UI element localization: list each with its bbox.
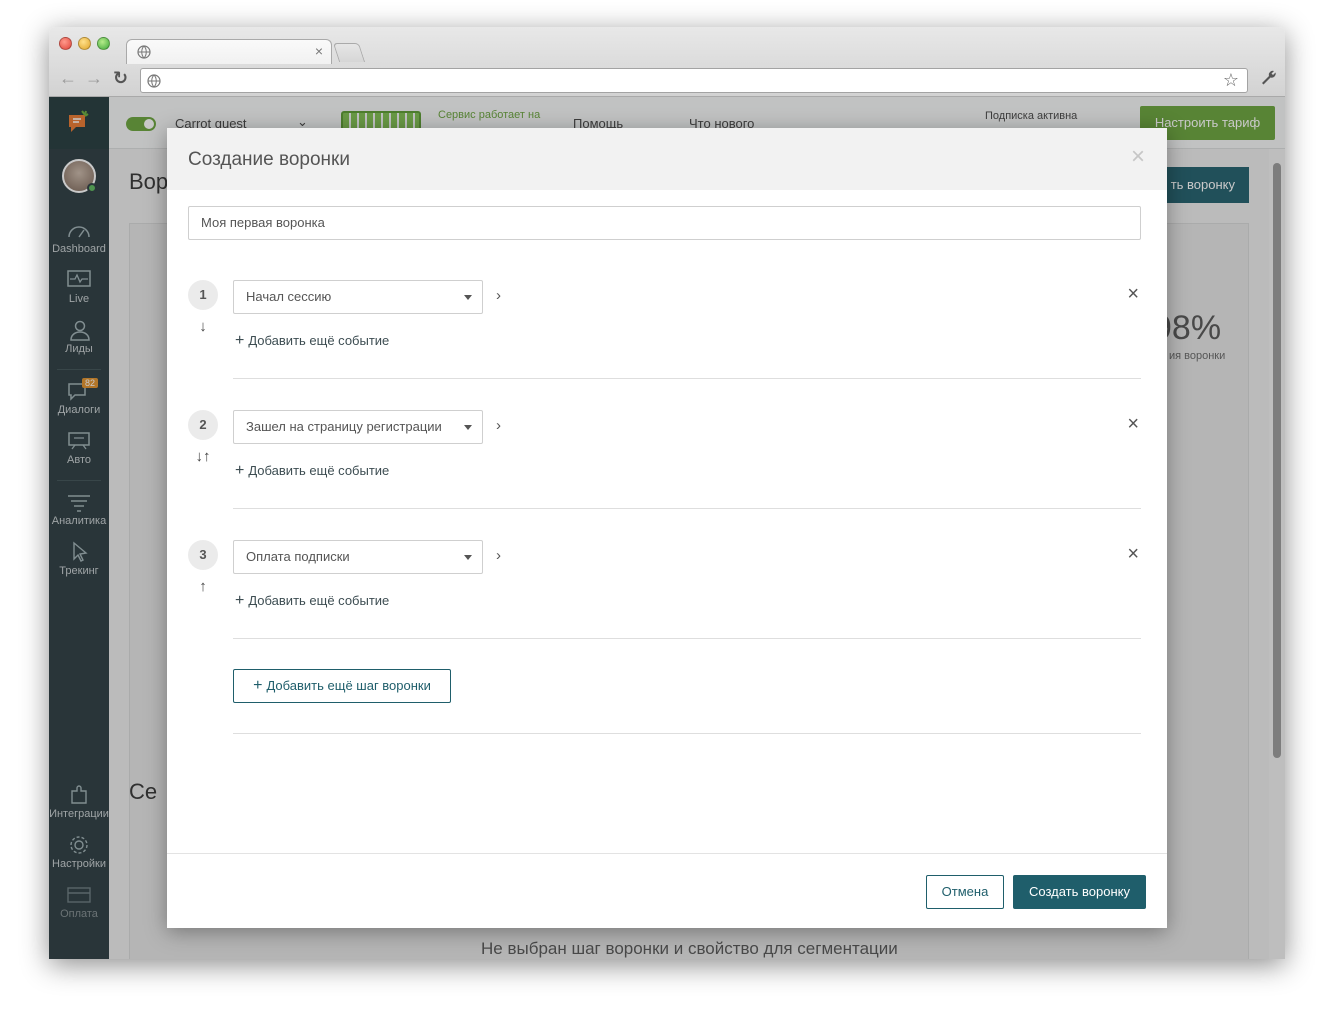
cancel-button[interactable]: Отмена [926,875,1004,909]
plus-icon: + [235,332,245,349]
step-number-badge: 2 [188,410,218,440]
caret-down-icon [464,555,472,560]
step-divider [233,378,1141,379]
browser-chrome: × ← → ↻ ☆ [49,27,1285,97]
new-tab-button[interactable] [332,43,366,62]
remove-step-icon[interactable]: × [1127,544,1139,564]
browser-window: × ← → ↻ ☆ Dashboard Live Лиды 82 Диалоги… [49,27,1285,959]
browser-tab[interactable]: × [126,39,332,64]
step-divider [233,638,1141,639]
chevron-right-icon[interactable]: › [496,547,501,564]
remove-step-icon[interactable]: × [1127,284,1139,304]
close-window-button[interactable] [59,37,72,50]
forward-icon[interactable]: → [85,68,103,89]
address-bar[interactable]: ☆ [140,68,1248,93]
funnel-step: 3 ↑ Оплата подписки › × + Добавить ещё со… [188,540,1141,670]
back-icon[interactable]: ← [59,68,77,89]
chevron-right-icon[interactable]: › [496,417,501,434]
modal-footer-divider [167,853,1167,854]
add-step-label: Добавить ещё шаг воронки [266,678,431,693]
modal-header: Создание воронки × [167,128,1167,190]
funnel-name-input[interactable]: Моя первая воронка [188,206,1141,240]
funnel-step: 1 ↓ Начал сессию › × + Добавить ещё событ… [188,280,1141,410]
minimize-window-button[interactable] [78,37,91,50]
remove-step-icon[interactable]: × [1127,414,1139,434]
funnel-step: 2 ↓↑ Зашел на страницу регистрации › × +… [188,410,1141,540]
move-step-arrows[interactable]: ↓↑ [188,448,218,465]
step-number-badge: 1 [188,280,218,310]
create-funnel-modal: Создание воронки × Моя первая воронка 1 … [167,128,1167,928]
globe-icon [147,74,161,88]
event-select-value: Оплата подписки [246,549,350,564]
reload-icon[interactable]: ↻ [113,68,128,89]
event-select-value: Зашел на страницу регистрации [246,419,442,434]
steps-bottom-divider [233,733,1141,734]
bookmark-star-icon[interactable]: ☆ [1223,70,1239,91]
event-select[interactable]: Оплата подписки [233,540,483,574]
browser-toolbar: ← → ↻ ☆ [49,64,1285,97]
close-icon[interactable]: × [1131,145,1145,169]
tab-close-icon[interactable]: × [315,43,323,59]
add-event-link[interactable]: + Добавить ещё событие [235,332,389,350]
step-divider [233,508,1141,509]
modal-title: Создание воронки [188,149,350,170]
create-funnel-button[interactable]: Создать воронку [1013,875,1146,909]
window-controls [59,37,110,50]
wrench-icon[interactable] [1259,68,1277,91]
event-select[interactable]: Начал сессию [233,280,483,314]
carrot-quest-app: Dashboard Live Лиды 82 Диалоги Авто Анал… [49,97,1285,959]
chevron-right-icon[interactable]: › [496,287,501,304]
add-funnel-step-button[interactable]: + Добавить ещё шаг воронки [233,669,451,703]
event-select-value: Начал сессию [246,289,332,304]
move-step-arrows[interactable]: ↓ [188,318,218,335]
step-number-badge: 3 [188,540,218,570]
caret-down-icon [464,425,472,430]
event-select[interactable]: Зашел на страницу регистрации [233,410,483,444]
zoom-window-button[interactable] [97,37,110,50]
add-event-label: Добавить ещё событие [248,593,390,608]
plus-icon: + [253,677,263,694]
plus-icon: + [235,592,245,609]
move-step-arrows[interactable]: ↑ [188,578,218,595]
add-event-link[interactable]: + Добавить ещё событие [235,592,389,610]
add-event-label: Добавить ещё событие [248,463,390,478]
add-event-label: Добавить ещё событие [248,333,390,348]
caret-down-icon [464,295,472,300]
globe-icon [137,45,151,59]
plus-icon: + [235,462,245,479]
wrench-glyph [1262,70,1276,85]
add-event-link[interactable]: + Добавить ещё событие [235,462,389,480]
